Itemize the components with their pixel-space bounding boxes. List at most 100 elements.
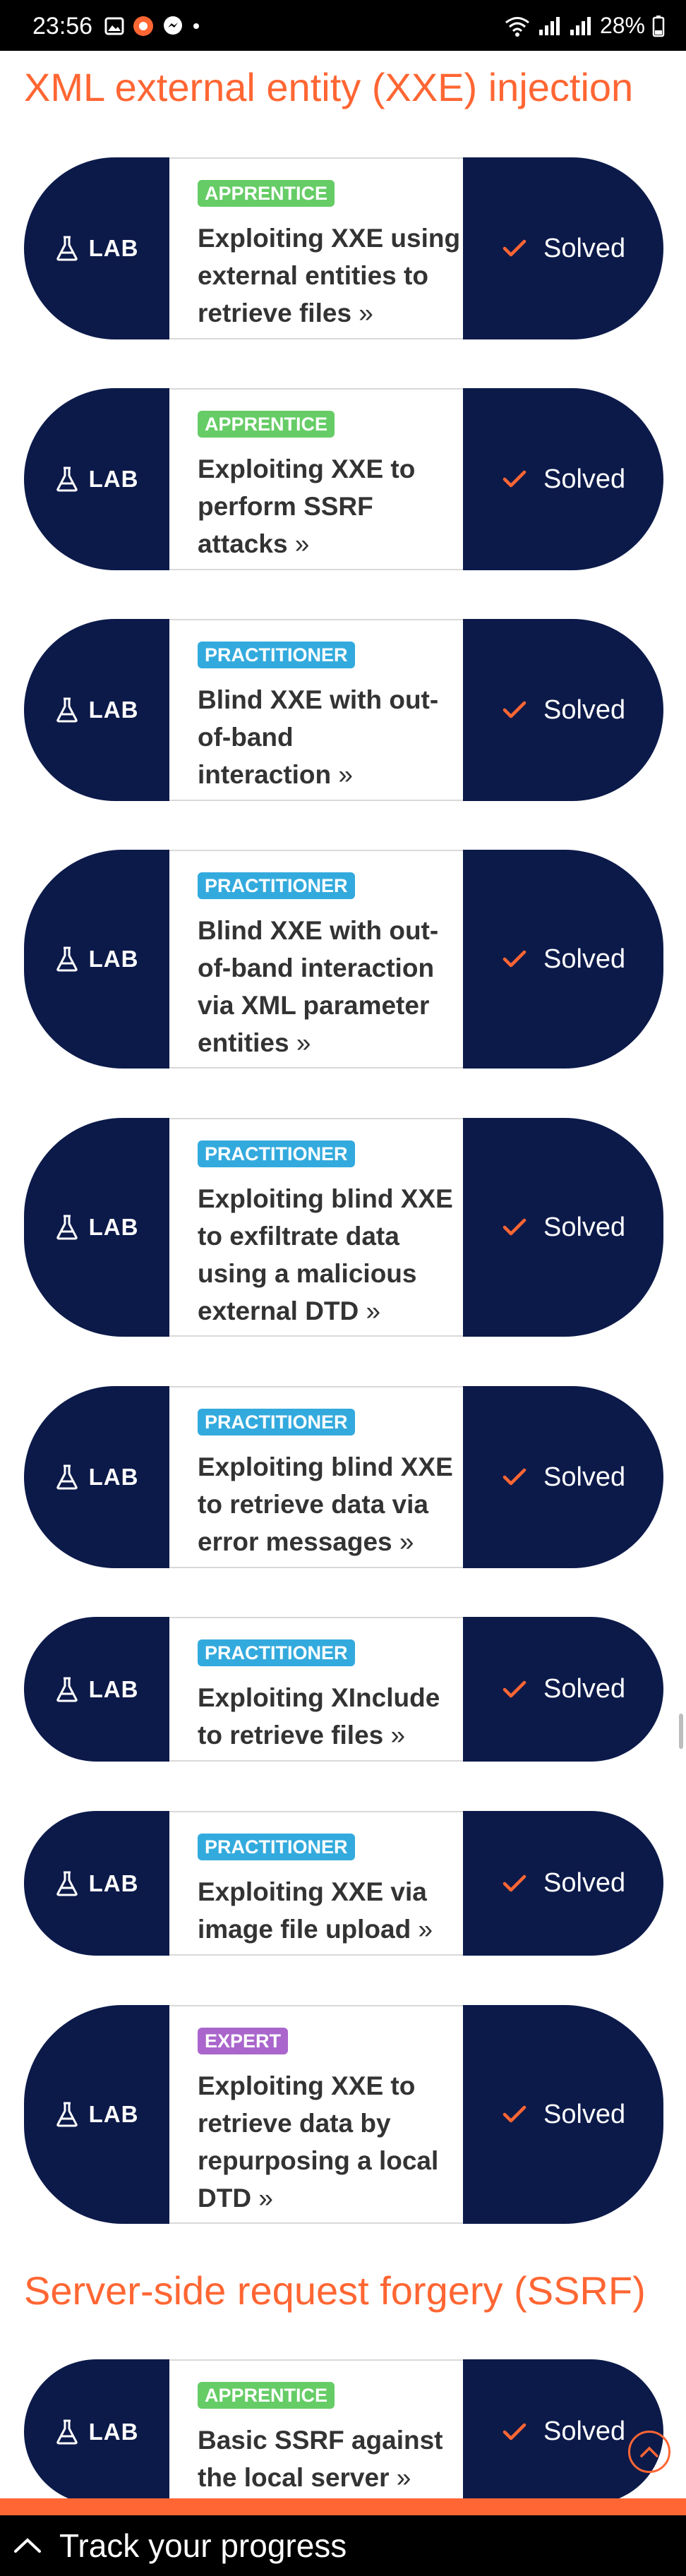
level-badge: PRACTITIONER [198, 1140, 355, 1168]
flask-icon [56, 2102, 78, 2127]
chevron-up-icon [640, 2446, 658, 2457]
lab-card[interactable]: LAB PRACTITIONER Exploiting blind XXE to ex… [24, 1118, 663, 1337]
lab-title-line: retrieve data by [198, 2109, 391, 2138]
lab-info: APPRENTICE Exploiting XXE using external e… [169, 157, 463, 339]
lab-title-link[interactable]: Exploiting blind XXE to retrieve data via… [198, 1448, 463, 1560]
lab-card[interactable]: LAB APPRENTICE Exploiting XXE to perform SS… [24, 388, 663, 570]
lab-card[interactable]: LAB EXPERT Exploiting XXE to retrieve data … [24, 2005, 663, 2224]
level-badge: APPRENTICE [198, 180, 335, 207]
lab-title-line: repurposing a local [198, 2146, 439, 2176]
lab-status-label: Solved [543, 2099, 626, 2129]
lab-title-line: image file upload [198, 1915, 411, 1944]
double-chevron-right-icon: » [331, 760, 353, 790]
check-icon [503, 2423, 526, 2440]
track-progress-inner[interactable]: Track your progress [0, 2515, 686, 2576]
check-icon [503, 950, 526, 968]
section-title-xxe: XML external entity (XXE) injection [24, 65, 634, 109]
lab-status-label: Solved [543, 1462, 626, 1492]
signal-icon-2 [570, 16, 591, 35]
lab-title-line: attacks [198, 529, 288, 559]
lab-card[interactable]: LAB PRACTITIONER Exploiting XXE via image f… [24, 1811, 663, 1956]
double-chevron-right-icon: » [389, 2463, 411, 2493]
lab-title-link[interactable]: Exploiting XXE to retrieve data by repurpo… [198, 2067, 463, 2217]
double-chevron-right-icon: » [383, 1721, 406, 1750]
flask-icon [56, 1464, 78, 1490]
gallery-icon [104, 17, 124, 35]
lab-type-panel: LAB [24, 1118, 169, 1337]
lab-title-link[interactable]: Blind XXE with out-of-band interaction » [198, 681, 463, 793]
lab-title-line: using a malicious [198, 1259, 417, 1289]
scroll-to-top-button[interactable] [628, 2431, 670, 2473]
lab-type-label: LAB [88, 697, 139, 723]
lab-status-panel: Solved [463, 619, 663, 801]
lab-type-panel: LAB [24, 1811, 169, 1956]
lab-status-label: Solved [543, 1674, 626, 1704]
lab-card[interactable]: LAB APPRENTICE Exploiting XXE using externa… [24, 157, 663, 339]
double-chevron-right-icon: » [359, 1296, 381, 1326]
level-badge: PRACTITIONER [198, 1639, 355, 1667]
lab-status-label: Solved [543, 2416, 626, 2446]
lab-status-panel: Solved [463, 157, 663, 339]
lab-title-line: Blind XXE with out- [198, 685, 439, 715]
check-icon [503, 1680, 526, 1697]
lab-status-label: Solved [543, 1212, 626, 1242]
lab-status-label: Solved [543, 694, 626, 725]
lab-status-panel: Solved [463, 2359, 663, 2504]
lab-title-link[interactable]: Exploiting XXE via image file upload » [198, 1873, 463, 1948]
lab-info: APPRENTICE Basic SSRF against the local se… [169, 2359, 463, 2504]
lab-card[interactable]: LAB PRACTITIONER Exploiting blind XXE to re… [24, 1386, 663, 1568]
lab-title-line: of-band interaction [198, 953, 435, 983]
lab-status-panel: Solved [463, 1386, 663, 1568]
lab-title-line: entities [198, 1028, 289, 1058]
scrollbar-handle[interactable] [679, 1714, 683, 1749]
battery-level: 28% [599, 13, 645, 38]
flask-icon [56, 697, 78, 723]
lab-title-line: external entities to [198, 261, 428, 291]
lab-type-label: LAB [88, 1464, 139, 1490]
track-progress-bar[interactable]: Track your progress [0, 2498, 686, 2576]
lab-title-line: retrieve files [198, 299, 352, 328]
flask-icon [56, 2419, 78, 2444]
lab-title-line: perform SSRF [198, 492, 373, 522]
lab-title-line: Exploiting blind XXE [198, 1452, 453, 1482]
lab-card[interactable]: LAB PRACTITIONER Exploiting XInclude to ret… [24, 1617, 663, 1762]
signal-icon [538, 16, 560, 35]
double-chevron-right-icon: » [351, 299, 373, 328]
lab-title-line: Basic SSRF against [198, 2426, 443, 2455]
lab-title-line: error messages [198, 1527, 392, 1557]
lab-info: PRACTITIONER Blind XXE with out-of-band i… [169, 850, 463, 1069]
level-badge: PRACTITIONER [198, 1409, 355, 1436]
double-chevron-right-icon: » [392, 1527, 414, 1557]
lab-card[interactable]: LAB APPRENTICE Basic SSRF against the local… [24, 2359, 663, 2504]
lab-title-link[interactable]: Exploiting XInclude to retrieve files » [198, 1679, 463, 1754]
lab-title-line: Exploiting XXE to [198, 455, 416, 484]
lab-card[interactable]: LAB PRACTITIONER Blind XXE with out-of-ban… [24, 850, 663, 1069]
lab-title-line: of-band [198, 723, 294, 752]
app-notification-icon [133, 16, 153, 36]
lab-title-link[interactable]: Blind XXE with out-of-band interaction vi… [198, 912, 463, 1061]
lab-type-panel: LAB [24, 157, 169, 339]
lab-title-link[interactable]: Exploiting XXE to perform SSRF attacks » [198, 450, 463, 562]
double-chevron-right-icon: » [251, 2184, 273, 2213]
wifi-icon [505, 16, 529, 37]
lab-type-label: LAB [88, 235, 139, 261]
double-chevron-right-icon: » [289, 1028, 311, 1058]
lab-info: PRACTITIONER Blind XXE with out-of-band in… [169, 619, 463, 801]
lab-title-link[interactable]: Exploiting XXE using external entities to… [198, 219, 463, 332]
lab-title-link[interactable]: Exploiting blind XXE to exfiltrate data us… [198, 1180, 463, 1330]
lab-card[interactable]: LAB PRACTITIONER Blind XXE with out-of-ban… [24, 619, 663, 801]
level-badge: APPRENTICE [198, 2382, 335, 2409]
lab-info: EXPERT Exploiting XXE to retrieve data by r… [169, 2005, 463, 2224]
dot-icon [193, 23, 199, 29]
lab-status-panel: Solved [463, 850, 663, 1069]
lab-info: PRACTITIONER Exploiting blind XXE to retri… [169, 1386, 463, 1568]
lab-status-panel: Solved [463, 1118, 663, 1337]
section-title-ssrf: Server-side request forgery (SSRF) [24, 2268, 646, 2313]
lab-type-panel: LAB [24, 1617, 169, 1762]
lab-title-line: to retrieve data via [198, 1490, 428, 1519]
lab-type-panel: LAB [24, 1386, 169, 1568]
check-icon [503, 1874, 526, 1891]
lab-title-line: to exfiltrate data [198, 1222, 399, 1251]
lab-type-label: LAB [88, 1675, 139, 1702]
lab-title-link[interactable]: Basic SSRF against the local server » [198, 2421, 463, 2496]
